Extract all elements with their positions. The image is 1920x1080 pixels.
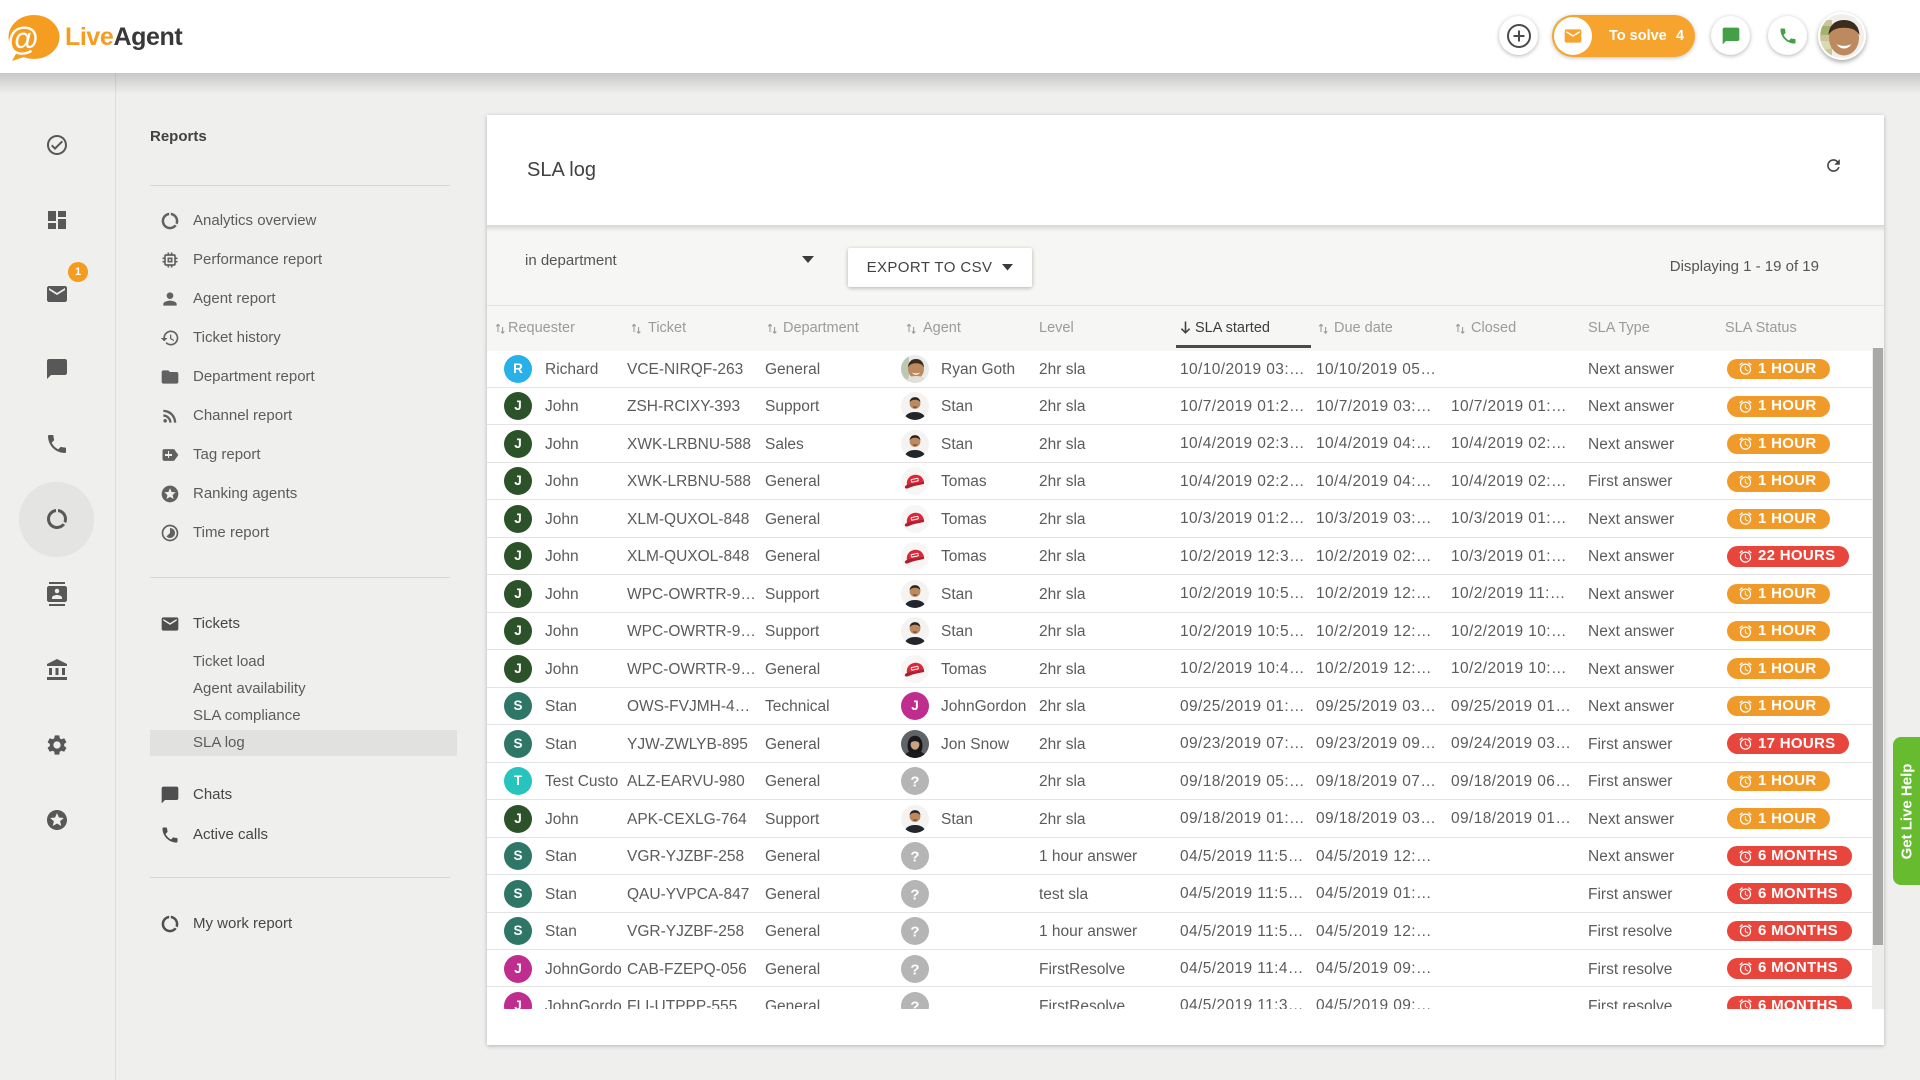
svg-text:?: ? — [910, 961, 919, 978]
svg-text:?: ? — [910, 774, 919, 791]
svg-text:?: ? — [910, 886, 919, 903]
svg-text:?: ? — [910, 998, 919, 1009]
svg-text:@: @ — [8, 21, 39, 57]
svg-text:?: ? — [910, 924, 919, 941]
svg-text:?: ? — [910, 849, 919, 866]
